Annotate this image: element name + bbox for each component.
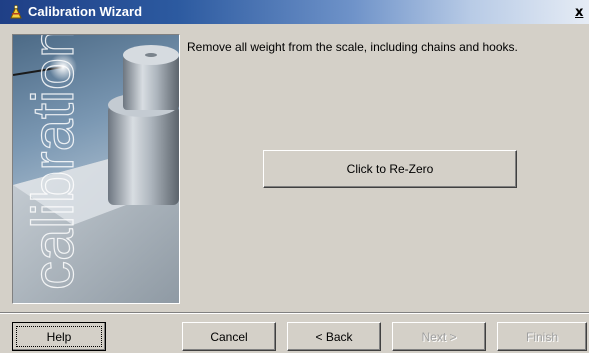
side-image-watermark: calibration <box>21 35 86 290</box>
back-button[interactable]: < Back <box>287 322 381 351</box>
title-bar: Calibration Wizard x <box>0 0 589 24</box>
close-button[interactable]: x <box>575 5 589 21</box>
finish-button[interactable]: Finish <box>497 322 587 351</box>
rezero-button[interactable]: Click to Re-Zero <box>263 150 517 188</box>
next-button[interactable]: Next > <box>392 322 486 351</box>
side-image-art: calibration <box>13 35 179 303</box>
cancel-button[interactable]: Cancel <box>182 322 276 351</box>
calibration-weight-image: calibration <box>12 34 180 304</box>
help-button[interactable]: Help <box>12 322 106 351</box>
instruction-text: Remove all weight from the scale, includ… <box>187 40 518 54</box>
wizard-icon <box>10 5 22 19</box>
button-separator <box>0 312 589 314</box>
window-title: Calibration Wizard <box>28 4 143 19</box>
help-button-label: Help <box>46 329 72 344</box>
